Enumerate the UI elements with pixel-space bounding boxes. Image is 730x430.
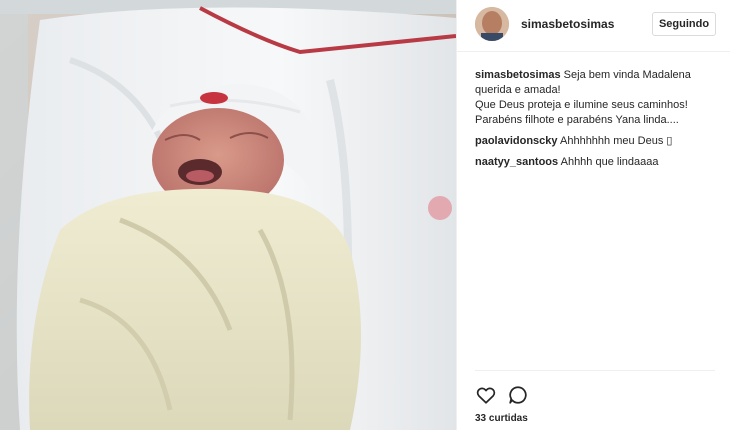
comment-item: paolavidonscky Ahhhhhhh meu Deus ▯ [475, 134, 721, 149]
comment-text: Ahhhhhhh meu Deus ▯ [560, 135, 673, 147]
comments-section: simasbetosimas Seja bem vinda Madalena q… [475, 68, 721, 176]
caption-line-3: Que Deus proteja e ilumine seus caminhos… [475, 99, 688, 111]
heart-icon[interactable] [475, 384, 497, 406]
post-username[interactable]: simasbetosimas [521, 17, 614, 31]
following-button[interactable]: Seguindo [652, 12, 716, 36]
comment-username[interactable]: paolavidonscky [475, 135, 558, 147]
comment-username[interactable]: naatyy_santoos [475, 156, 558, 168]
avatar[interactable] [475, 7, 509, 41]
comment-bubble-icon[interactable] [507, 384, 529, 406]
comment-text: Ahhhh que lindaaaa [560, 156, 659, 168]
newborn-baby-photo: ermatal [0, 0, 456, 430]
caption-line-4: Parabéns filhote e parabéns Yana linda..… [475, 114, 679, 126]
caption: simasbetosimas Seja bem vinda Madalena q… [475, 68, 721, 128]
post-side-panel: simasbetosimas Seguindo simasbetosimas S… [456, 0, 730, 430]
profile-photo-icon [475, 7, 509, 41]
caption-line-2: querida e amada! [475, 84, 561, 96]
actions-divider [475, 370, 715, 371]
likes-count[interactable]: 33 curtidas [475, 413, 528, 424]
post-header: simasbetosimas Seguindo [457, 0, 730, 52]
caption-username[interactable]: simasbetosimas [475, 69, 561, 81]
caption-line-1: Seja bem vinda Madalena [563, 69, 691, 81]
post-photo[interactable]: ermatal [0, 0, 456, 430]
comment-item: naatyy_santoos Ahhhh que lindaaaa [475, 155, 721, 170]
